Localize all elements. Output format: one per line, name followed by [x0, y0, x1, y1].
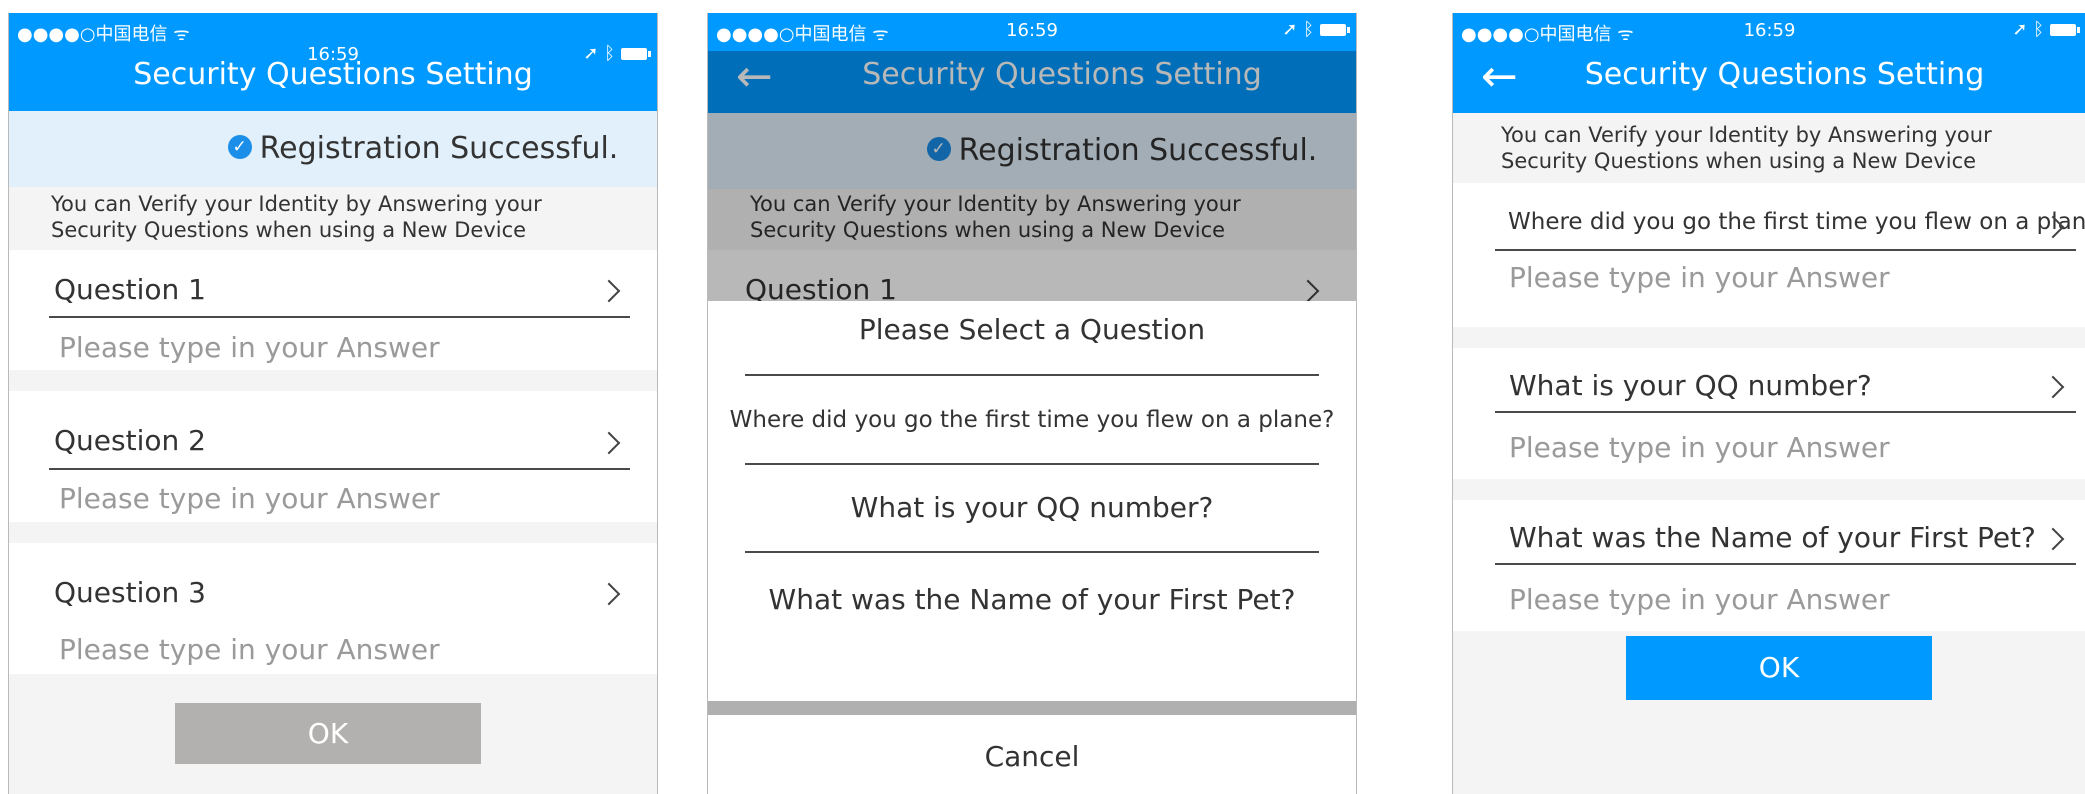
bluetooth-icon: ᛒ [1303, 19, 1314, 40]
status-time: 16:59 [1006, 20, 1058, 41]
page-title: Security Questions Setting [1584, 57, 1985, 92]
picker-option-1[interactable]: Where did you go the first time you flew… [708, 407, 1356, 433]
question-select-1[interactable]: Where did you go the first time you flew… [1508, 209, 2085, 235]
battery-icon [2050, 24, 2080, 36]
cancel-button[interactable]: Cancel [708, 740, 1356, 773]
page-title: Security Questions Setting [133, 57, 533, 92]
modal-backdrop[interactable] [708, 51, 1356, 301]
info-text: You can Verify your Identity by Answerin… [51, 192, 542, 242]
ok-button[interactable]: OK [1626, 636, 1932, 700]
status-bar: ●●●●○中国电信 ᯤ 16:59 ➚ ᛒ [9, 13, 657, 65]
answer-input-1[interactable]: Please type in your Answer [1509, 261, 1890, 294]
bluetooth-icon: ᛒ [2033, 19, 2044, 40]
status-time: 16:59 [1743, 20, 1796, 41]
question-select-3[interactable]: Question 3 [54, 576, 206, 609]
divider [745, 551, 1319, 553]
answer-input-1[interactable]: Please type in your Answer [59, 331, 440, 364]
modal-backdrop-bottom [708, 701, 1356, 715]
question-select-2[interactable]: Question 2 [54, 424, 206, 457]
status-bar: ●●●●○中国电信 ᯤ 16:59 ➚ ᛒ [1453, 13, 2085, 51]
wifi-icon: ᯤ [173, 24, 190, 45]
location-arrow-icon: ➚ [2012, 19, 2028, 40]
answer-input-3[interactable]: Please type in your Answer [1509, 583, 1890, 616]
battery-icon [1320, 24, 1350, 36]
info-text: You can Verify your Identity by Answerin… [1501, 123, 1992, 173]
screen-2: ●●●●○中国电信 ᯤ 16:59 ➚ ᛒ ← Security Questio… [707, 13, 1357, 794]
divider [1495, 563, 2076, 565]
answer-input-3[interactable]: Please type in your Answer [59, 633, 440, 666]
success-banner: ✓ Registration Successful. [9, 111, 657, 187]
divider [745, 463, 1319, 465]
divider [1495, 411, 2076, 413]
divider [49, 468, 630, 470]
answer-input-2[interactable]: Please type in your Answer [1509, 431, 1890, 464]
divider [49, 316, 630, 318]
question-select-3[interactable]: What was the Name of your First Pet? [1509, 521, 2036, 554]
success-message: Registration Successful. [259, 131, 619, 166]
nav-bar: ●●●●○中国电信 ᯤ 16:59 ➚ ᛒ Security Questions… [9, 13, 657, 111]
location-arrow-icon: ➚ [1282, 19, 1298, 40]
screen-1: ●●●●○中国电信 ᯤ 16:59 ➚ ᛒ Security Questions… [8, 13, 658, 794]
carrier-label: ●●●●○中国电信 [17, 24, 168, 45]
nav-bar: ●●●●○中国电信 ᯤ 16:59 ➚ ᛒ ← Security Questio… [1453, 13, 2085, 113]
ok-button[interactable]: OK [175, 703, 481, 764]
question-select-1[interactable]: Question 1 [54, 273, 206, 306]
divider [1495, 249, 2076, 251]
picker-option-3[interactable]: What was the Name of your First Pet? [708, 583, 1356, 616]
answer-input-2[interactable]: Please type in your Answer [59, 482, 440, 515]
question-block-1 [1453, 183, 2085, 327]
check-circle-icon: ✓ [227, 134, 252, 159]
question-select-2[interactable]: What is your QQ number? [1509, 369, 1872, 402]
divider [745, 374, 1319, 376]
question-picker-sheet: Please Select a Question Where did you g… [708, 301, 1356, 701]
status-bar: ●●●●○中国电信 ᯤ 16:59 ➚ ᛒ [708, 13, 1356, 51]
picker-title: Please Select a Question [858, 313, 1206, 346]
screen-3: ●●●●○中国电信 ᯤ 16:59 ➚ ᛒ ← Security Questio… [1452, 13, 2085, 794]
picker-option-2[interactable]: What is your QQ number? [708, 491, 1356, 524]
